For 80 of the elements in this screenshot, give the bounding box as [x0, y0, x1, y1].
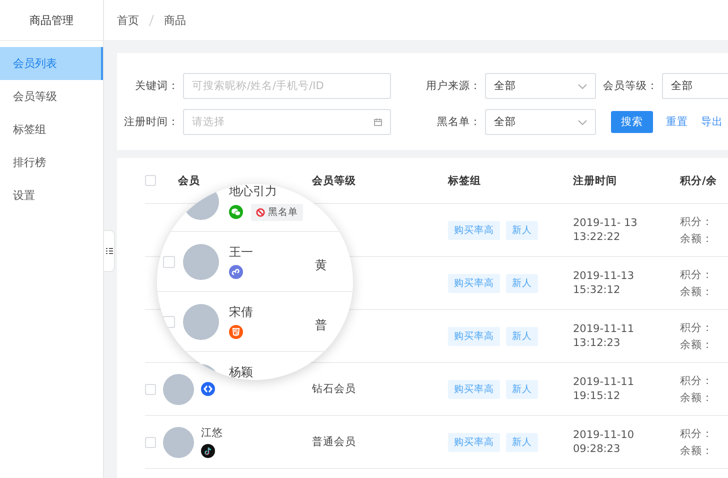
checkbox[interactable] [145, 175, 156, 186]
avatar [163, 426, 194, 458]
time-text: 15:32:12 [573, 284, 622, 296]
member-name: 地心引力 [229, 184, 278, 200]
points-label: 积分： [680, 426, 714, 441]
time-text: 13:12:23 [573, 337, 622, 350]
avatar [183, 244, 219, 280]
date-text: 2019-11-10 [573, 429, 636, 442]
tag: 新人 [506, 326, 538, 346]
points-label: 积分： [680, 268, 714, 282]
column-header: 标签组 [448, 174, 481, 187]
balance-label: 余额： [680, 232, 714, 246]
date-text: 2019-11- 13 [573, 217, 638, 230]
tag: 新人 [506, 432, 538, 452]
date-text: 2019-11-11 [573, 376, 636, 388]
chevrons-icon [201, 382, 215, 396]
date-text: 2019-11-13 [573, 270, 636, 282]
member-level: 黄 [315, 257, 328, 274]
time-text: 19:15:12 [573, 390, 622, 402]
collapse-toggle[interactable] [104, 230, 115, 272]
sidebar-item[interactable]: 会员等级 [0, 80, 103, 113]
field-label: 会员等级： [602, 79, 659, 93]
dropdown[interactable]: 全部 [485, 73, 596, 99]
checkbox[interactable] [145, 436, 156, 448]
dropdown[interactable]: 全部 [662, 73, 728, 99]
column-header: 积分/余 [680, 174, 717, 187]
field-label: 用户来源： [425, 79, 482, 93]
dropdown[interactable]: 全部 [485, 109, 596, 135]
ban-icon [256, 208, 265, 217]
chevron-down-icon [578, 120, 587, 124]
points-label: 积分： [680, 374, 714, 388]
balance-label: 余额： [680, 338, 714, 352]
app-title: 商品管理 [0, 0, 103, 41]
member-name: 江悠 [201, 426, 223, 440]
column-header: 会员 [178, 174, 200, 187]
tag: 购买率高 [448, 432, 500, 452]
time-text: 09:28:23 [573, 443, 622, 456]
points-label: 积分： [680, 214, 714, 229]
tag: 购买率高 [448, 220, 500, 240]
field-label: 注册时间： [123, 115, 180, 129]
calendar-icon [374, 118, 382, 126]
field-label: 关键词： [134, 79, 180, 93]
chat-bubbles-icon [229, 205, 243, 220]
tag: 购买率高 [448, 274, 500, 293]
checkbox[interactable] [163, 316, 175, 328]
sidebar-item[interactable]: 标签组 [0, 113, 103, 146]
sidebar-item[interactable]: 排行榜 [0, 146, 103, 179]
tag: 新人 [506, 380, 538, 399]
field-label: 黑名单： [436, 115, 482, 129]
balance-label: 余额： [680, 390, 714, 405]
date-text: 2019-11-11 [573, 323, 636, 336]
avatar [183, 304, 219, 340]
balance-label: 余额： [680, 444, 714, 458]
balance-label: 余额： [680, 284, 714, 299]
points-label: 积分： [680, 320, 714, 335]
time-text: 13:22:22 [573, 231, 622, 244]
music-note-icon [201, 444, 215, 458]
tag: 新人 [506, 220, 538, 240]
member-name: 杨颖 [229, 364, 254, 380]
member-name: 宋倩 [229, 304, 254, 322]
tag: 购买率高 [448, 326, 500, 346]
tag: 新人 [506, 274, 538, 293]
member-level: 普通会员 [312, 436, 356, 448]
member-name: 王一 [229, 244, 254, 262]
member-level: 钻石会员 [312, 383, 356, 396]
column-header: 注册时间 [573, 174, 617, 187]
list-icon [106, 248, 112, 254]
checkbox[interactable] [163, 256, 175, 268]
member-level: 普 [315, 317, 328, 334]
breadcrumb-link[interactable]: 首页 [117, 12, 139, 28]
link-icon [229, 265, 243, 280]
column-header: 会员等级 [312, 174, 356, 187]
blacklist-badge: 黑名单 [251, 204, 303, 221]
checkbox[interactable] [145, 384, 156, 395]
sidebar-item[interactable]: 设置 [0, 179, 103, 212]
search-button[interactable]: 搜索 [611, 111, 653, 133]
shield-icon [229, 325, 243, 340]
chevron-down-icon [578, 84, 587, 88]
tag: 购买率高 [448, 380, 500, 399]
breadcrumb-link[interactable]: 商品 [164, 12, 186, 28]
